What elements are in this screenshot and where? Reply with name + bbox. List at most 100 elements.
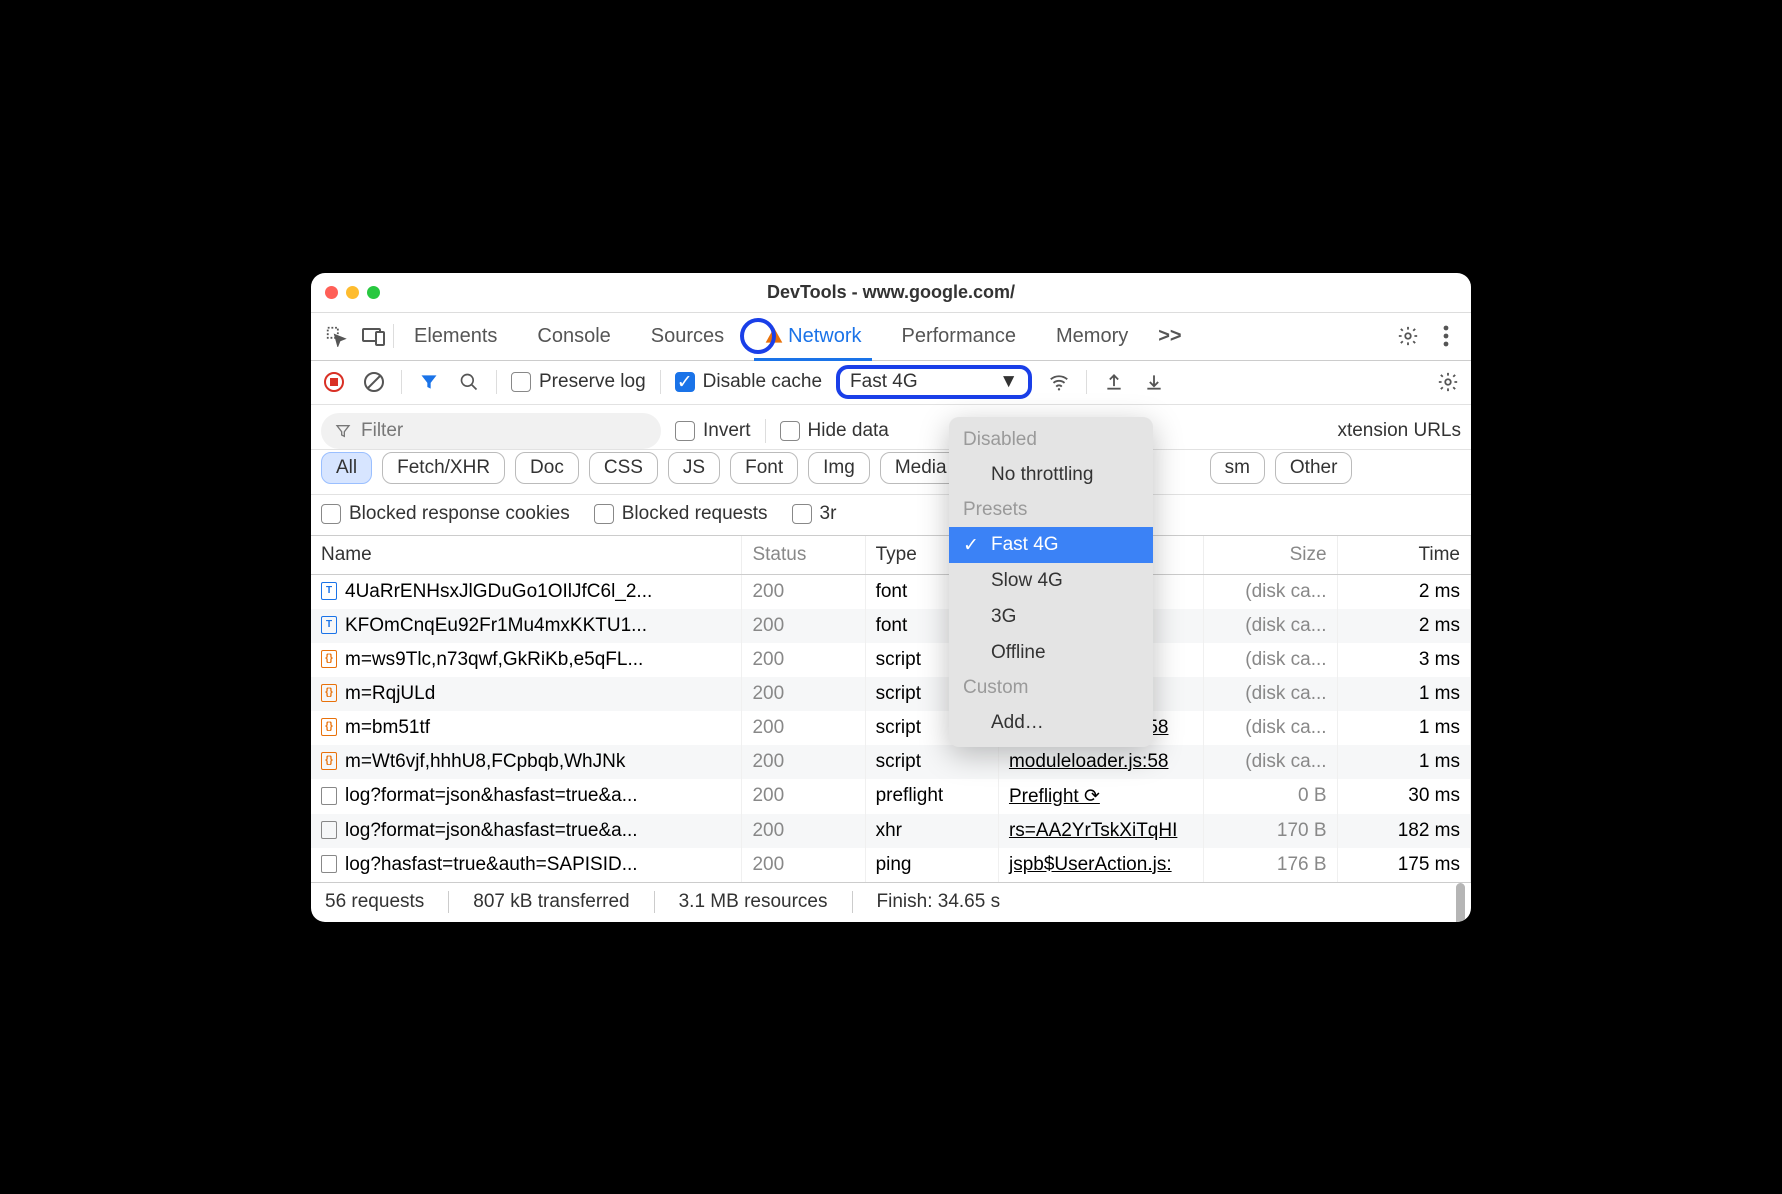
dropdown-section-header: Disabled — [949, 423, 1153, 457]
cell-type: preflight — [865, 779, 998, 814]
third-party-checkbox[interactable]: 3r — [792, 503, 837, 525]
file-type-icon: {} — [321, 650, 337, 668]
chevron-down-icon: ▼ — [999, 371, 1018, 393]
chip-js[interactable]: JS — [668, 452, 720, 484]
dropdown-option[interactable]: Add… — [949, 705, 1153, 741]
kebab-menu-icon[interactable] — [1427, 317, 1465, 355]
cell-status: 200 — [742, 643, 865, 677]
cell-initiator[interactable]: Preflight ⟳ — [998, 779, 1203, 814]
filter-row: Filter Invert Hide data xtension URLs — [311, 405, 1471, 450]
tab-elements[interactable]: Elements — [394, 313, 517, 360]
request-name: log?format=json&hasfast=true&a... — [345, 785, 638, 806]
import-har-icon[interactable] — [1141, 369, 1167, 395]
cell-initiator[interactable]: rs=AA2YrTskXiTqHI — [998, 814, 1203, 848]
tab-sources[interactable]: Sources — [631, 313, 744, 360]
tab-memory[interactable]: Memory — [1036, 313, 1148, 360]
hide-data-urls-checkbox[interactable]: Hide data — [780, 420, 889, 442]
cell-time: 1 ms — [1337, 711, 1470, 745]
record-button[interactable] — [321, 369, 347, 395]
clear-button[interactable] — [361, 369, 387, 395]
cell-type: xhr — [865, 814, 998, 848]
chip-other[interactable]: Other — [1275, 452, 1353, 484]
cell-size: (disk ca... — [1204, 574, 1337, 609]
col-name[interactable]: Name — [311, 536, 742, 575]
cell-time: 2 ms — [1337, 574, 1470, 609]
tab-performance[interactable]: Performance — [882, 313, 1037, 360]
preserve-log-checkbox[interactable]: Preserve log — [511, 371, 646, 393]
filter-placeholder-text: Filter — [361, 420, 403, 442]
chip-img[interactable]: Img — [808, 452, 870, 484]
cell-initiator[interactable]: jspb$UserAction.js: — [998, 848, 1203, 882]
disable-cache-checkbox[interactable]: ✓Disable cache — [675, 371, 822, 393]
table-row[interactable]: {}m=Wt6vjf,hhhU8,FCpbqb,WhJNk200scriptmo… — [311, 745, 1471, 779]
settings-gear-icon[interactable] — [1435, 369, 1461, 395]
table-row[interactable]: T4UaRrENHsxJlGDuGo1OIlJfC6l_2...200fontn… — [311, 574, 1471, 609]
cell-time: 1 ms — [1337, 745, 1470, 779]
table-row[interactable]: {}m=bm51tf200scriptmoduleloader.js:58(di… — [311, 711, 1471, 745]
col-time[interactable]: Time — [1337, 536, 1470, 575]
dropdown-option[interactable]: 3G — [949, 599, 1153, 635]
cell-size: (disk ca... — [1204, 609, 1337, 643]
settings-gear-icon[interactable] — [1389, 317, 1427, 355]
file-type-icon — [321, 855, 337, 873]
cell-type: ping — [865, 848, 998, 882]
cell-time: 2 ms — [1337, 609, 1470, 643]
chip-font[interactable]: Font — [730, 452, 798, 484]
tab-console[interactable]: Console — [517, 313, 630, 360]
dropdown-option[interactable]: Offline — [949, 635, 1153, 671]
chip-css[interactable]: CSS — [589, 452, 658, 484]
request-name: m=ws9Tlc,n73qwf,GkRiKb,e5qFL... — [345, 649, 643, 670]
table-row[interactable]: log?hasfast=true&auth=SAPISID...200pingj… — [311, 848, 1471, 882]
separator — [496, 370, 497, 394]
status-requests: 56 requests — [325, 891, 424, 913]
separator — [1086, 370, 1087, 394]
blocked-response-cookies-checkbox[interactable]: Blocked response cookies — [321, 503, 570, 525]
invert-checkbox[interactable]: Invert — [675, 420, 751, 442]
scrollbar-thumb[interactable] — [1456, 883, 1465, 922]
cell-status: 200 — [742, 574, 865, 609]
cell-status: 200 — [742, 745, 865, 779]
request-name: KFOmCnqEu92Fr1Mu4mxKKTU1... — [345, 615, 647, 636]
blocked-requests-checkbox[interactable]: Blocked requests — [594, 503, 768, 525]
network-conditions-icon[interactable] — [1046, 369, 1072, 395]
type-filter-chips: All Fetch/XHR Doc CSS JS Font Img Media … — [311, 450, 1471, 495]
status-finish: Finish: 34.65 s — [877, 891, 1001, 913]
dropdown-option[interactable]: Slow 4G — [949, 563, 1153, 599]
cell-size: (disk ca... — [1204, 711, 1337, 745]
cell-status: 200 — [742, 779, 865, 814]
cell-initiator[interactable]: moduleloader.js:58 — [998, 745, 1203, 779]
dropdown-option[interactable]: No throttling — [949, 457, 1153, 493]
table-row[interactable]: TKFOmCnqEu92Fr1Mu4mxKKTU1...200fontn3:(d… — [311, 609, 1471, 643]
filter-input[interactable]: Filter — [321, 413, 661, 449]
request-name: 4UaRrENHsxJlGDuGo1OIlJfC6l_2... — [345, 581, 652, 602]
dropdown-option[interactable]: Fast 4G — [949, 527, 1153, 563]
tab-network[interactable]: Network — [744, 313, 881, 360]
table-header: Name Status Type Size Time — [311, 536, 1471, 575]
export-har-icon[interactable] — [1101, 369, 1127, 395]
col-status[interactable]: Status — [742, 536, 865, 575]
chip-fetch-xhr[interactable]: Fetch/XHR — [382, 452, 505, 484]
filter-toggle-icon[interactable] — [416, 369, 442, 395]
file-type-icon — [321, 787, 337, 805]
panel-tabs: Elements Console Sources Network Perform… — [311, 313, 1471, 361]
status-transferred: 807 kB transferred — [473, 891, 629, 913]
requests-table: Name Status Type Size Time T4UaRrENHsxJl… — [311, 536, 1471, 882]
cell-time: 182 ms — [1337, 814, 1470, 848]
inspect-element-icon[interactable] — [317, 317, 355, 355]
request-name: m=Wt6vjf,hhhU8,FCpbqb,WhJNk — [345, 751, 625, 772]
chip-doc[interactable]: Doc — [515, 452, 579, 484]
col-size[interactable]: Size — [1204, 536, 1337, 575]
table-row[interactable]: {}m=ws9Tlc,n73qwf,GkRiKb,e5qFL...200scri… — [311, 643, 1471, 677]
file-type-icon: {} — [321, 718, 337, 736]
chip-wasm[interactable]: sm — [1210, 452, 1265, 484]
table-row[interactable]: log?format=json&hasfast=true&a...200xhrr… — [311, 814, 1471, 848]
chip-all[interactable]: All — [321, 452, 372, 484]
cell-time: 1 ms — [1337, 677, 1470, 711]
device-toolbar-icon[interactable] — [355, 317, 393, 355]
table-row[interactable]: log?format=json&hasfast=true&a... 200pref… — [311, 779, 1471, 814]
tabs-overflow[interactable]: >> — [1148, 313, 1191, 360]
cell-time: 30 ms — [1337, 779, 1470, 814]
throttling-select[interactable]: Fast 4G ▼ — [836, 365, 1032, 399]
search-icon[interactable] — [456, 369, 482, 395]
table-row[interactable]: {}m=RqjULd200script58(disk ca...1 ms — [311, 677, 1471, 711]
